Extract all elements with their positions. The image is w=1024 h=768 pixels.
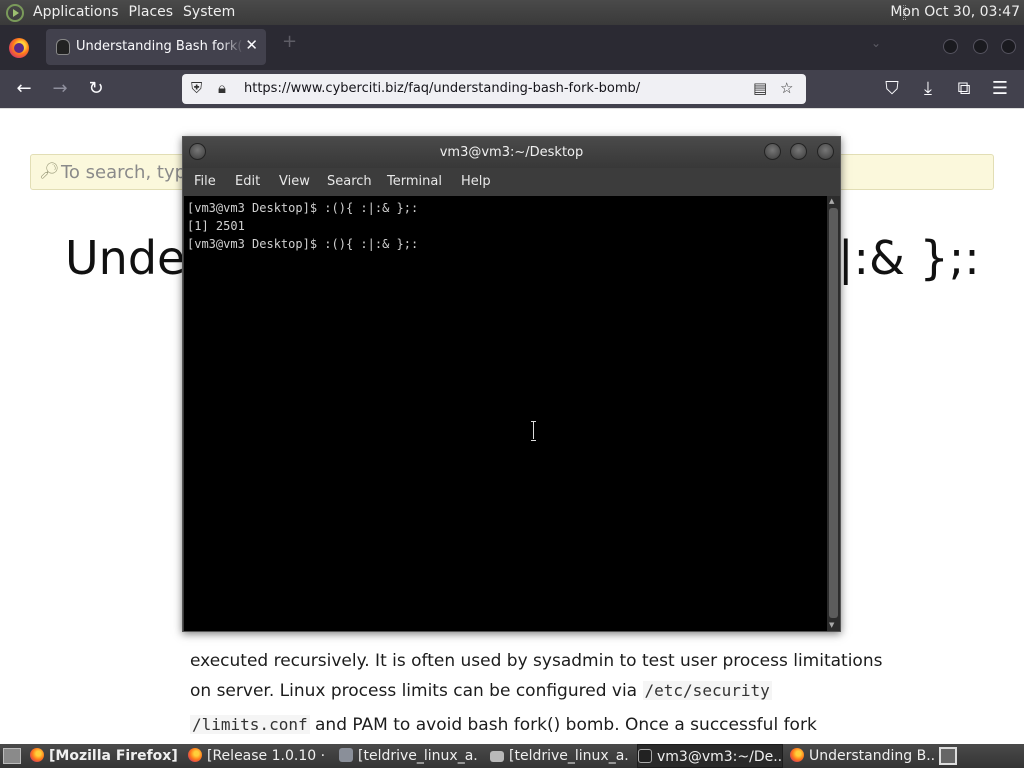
lock-icon[interactable]: 🔒︎: [218, 79, 226, 97]
terminal-line: [vm3@vm3 Desktop]$ :(){ :|:& };:: [187, 201, 419, 215]
back-icon[interactable]: ←: [13, 78, 35, 100]
url-text[interactable]: https://www.cyberciti.biz/faq/understand…: [244, 81, 640, 96]
firefox-icon: [188, 748, 202, 762]
window-close-button[interactable]: [1001, 39, 1016, 54]
taskbar-item-terminal[interactable]: vm3@vm3:~/De...: [637, 744, 783, 768]
window-maximize-button[interactable]: [973, 39, 988, 54]
reader-view-icon[interactable]: ▤: [753, 79, 767, 97]
taskbar-item-release[interactable]: [Release 1.0.10 · ...: [188, 744, 330, 768]
terminal-output[interactable]: [vm3@vm3 Desktop]$ :(){ :|:& };: [1] 250…: [184, 196, 827, 631]
search-placeholder: To search, type: [61, 162, 198, 183]
downloads-icon[interactable]: ⤓: [917, 78, 939, 100]
terminal-line: [vm3@vm3 Desktop]$ :(){ :|:& };:: [187, 237, 419, 251]
show-desktop-icon[interactable]: [3, 748, 21, 764]
forward-icon[interactable]: →: [49, 78, 71, 100]
taskbar-item-label: [teldrive_linux_a...: [358, 748, 479, 764]
bottom-panel: [Mozilla Firefox] [Release 1.0.10 · ... …: [0, 744, 1024, 768]
system-menu[interactable]: System: [178, 0, 240, 25]
tab-title: Understanding Bash fork() Bomb ~ :(){ :|…: [76, 39, 244, 54]
new-tab-icon[interactable]: +: [282, 33, 297, 51]
terminal-line: [1] 2501: [187, 219, 245, 233]
document-icon: [339, 748, 353, 762]
extensions-icon[interactable]: ⧉: [953, 78, 975, 100]
gnome-foot-icon[interactable]: [6, 3, 24, 22]
pocket-icon[interactable]: ⛉: [881, 78, 903, 100]
terminal-icon: [638, 749, 652, 763]
firefox-icon: [790, 748, 804, 762]
article-line-1: executed recursively. It is often used b…: [190, 651, 883, 671]
terminal-title: vm3@vm3:~/Desktop: [439, 145, 584, 160]
menu-file[interactable]: File: [194, 174, 216, 189]
top-panel: Applications Places System Mon Oct 30, 0…: [0, 0, 1024, 25]
terminal-menubar: File Edit View Search Terminal Help: [183, 168, 840, 196]
article-line-3-text: and PAM to avoid bash fork() bomb. Once …: [315, 715, 817, 735]
terminal-close-button[interactable]: [817, 143, 834, 160]
scroll-down-icon[interactable]: ▼: [829, 621, 834, 629]
taskbar-item-teldrive-doc[interactable]: [teldrive_linux_a...: [339, 744, 479, 768]
menu-help[interactable]: Help: [461, 174, 491, 189]
code-limits-conf: /limits.conf: [190, 715, 310, 734]
firefox-icon: [30, 748, 44, 762]
terminal-window[interactable]: vm3@vm3:~/Desktop File Edit View Search …: [182, 136, 841, 632]
firefox-view-icon[interactable]: [9, 38, 29, 58]
tracking-shield-icon[interactable]: ⛨: [191, 79, 202, 97]
article-line-3: /limits.conf and PAM to avoid bash fork(…: [190, 715, 817, 735]
firefox-nav-bar: ← → ↻ ⛨ 🔒︎ https://www.cyberciti.biz/faq…: [0, 70, 1024, 108]
menu-edit[interactable]: Edit: [235, 174, 260, 189]
scrollbar-thumb[interactable]: [829, 208, 838, 618]
bookmark-star-icon[interactable]: ☆: [780, 79, 793, 97]
list-all-tabs-icon[interactable]: ⌄: [871, 36, 881, 50]
taskbar-item-understanding[interactable]: Understanding B...: [790, 744, 935, 768]
taskbar-item-label: Understanding B...: [809, 748, 935, 764]
terminal-maximize-button[interactable]: [790, 143, 807, 160]
applications-menu[interactable]: Applications: [28, 0, 124, 25]
menu-search[interactable]: Search: [327, 174, 372, 189]
article-line-2-text: on server. Linux process limits can be c…: [190, 681, 638, 701]
tux-favicon-icon: [56, 39, 70, 55]
url-bar[interactable]: ⛨ 🔒︎ https://www.cyberciti.biz/faq/under…: [182, 74, 806, 104]
menu-terminal[interactable]: Terminal: [387, 174, 442, 189]
page-title-right: |:& };:: [838, 231, 980, 285]
taskbar-item-label: vm3@vm3:~/De...: [657, 749, 783, 765]
folder-icon: [490, 751, 504, 762]
app-menu-icon[interactable]: ☰: [989, 78, 1011, 100]
taskbar-item-label: [Release 1.0.10 · ...: [207, 748, 330, 764]
clock[interactable]: Mon Oct 30, 03:47: [890, 0, 1020, 25]
reload-icon[interactable]: ↻: [85, 78, 107, 100]
terminal-minimize-button[interactable]: [764, 143, 781, 160]
taskbar-item-firefox[interactable]: [Mozilla Firefox]: [30, 744, 178, 768]
terminal-scrollbar[interactable]: ▲ ▼: [827, 196, 840, 631]
tab-close-icon[interactable]: ✕: [245, 36, 258, 54]
window-minimize-button[interactable]: [943, 39, 958, 54]
terminal-titlebar[interactable]: vm3@vm3:~/Desktop: [183, 137, 840, 168]
search-icon: 🔎︎: [39, 161, 60, 180]
scroll-up-icon[interactable]: ▲: [829, 197, 834, 205]
menu-view[interactable]: View: [279, 174, 310, 189]
tab-understanding-bash-fork[interactable]: Understanding Bash fork() Bomb ~ :(){ :|…: [46, 29, 266, 65]
places-menu[interactable]: Places: [124, 0, 179, 25]
taskbar-item-label: [teldrive_linux_a...: [509, 748, 630, 764]
taskbar-item-label: [Mozilla Firefox]: [49, 748, 178, 764]
taskbar-item-teldrive-folder[interactable]: [teldrive_linux_a...: [490, 744, 630, 768]
workspace-switcher[interactable]: [939, 747, 957, 765]
article-line-2: on server. Linux process limits can be c…: [190, 681, 772, 701]
code-etc-security: /etc/security: [642, 681, 772, 700]
text-cursor-icon: [531, 421, 537, 441]
